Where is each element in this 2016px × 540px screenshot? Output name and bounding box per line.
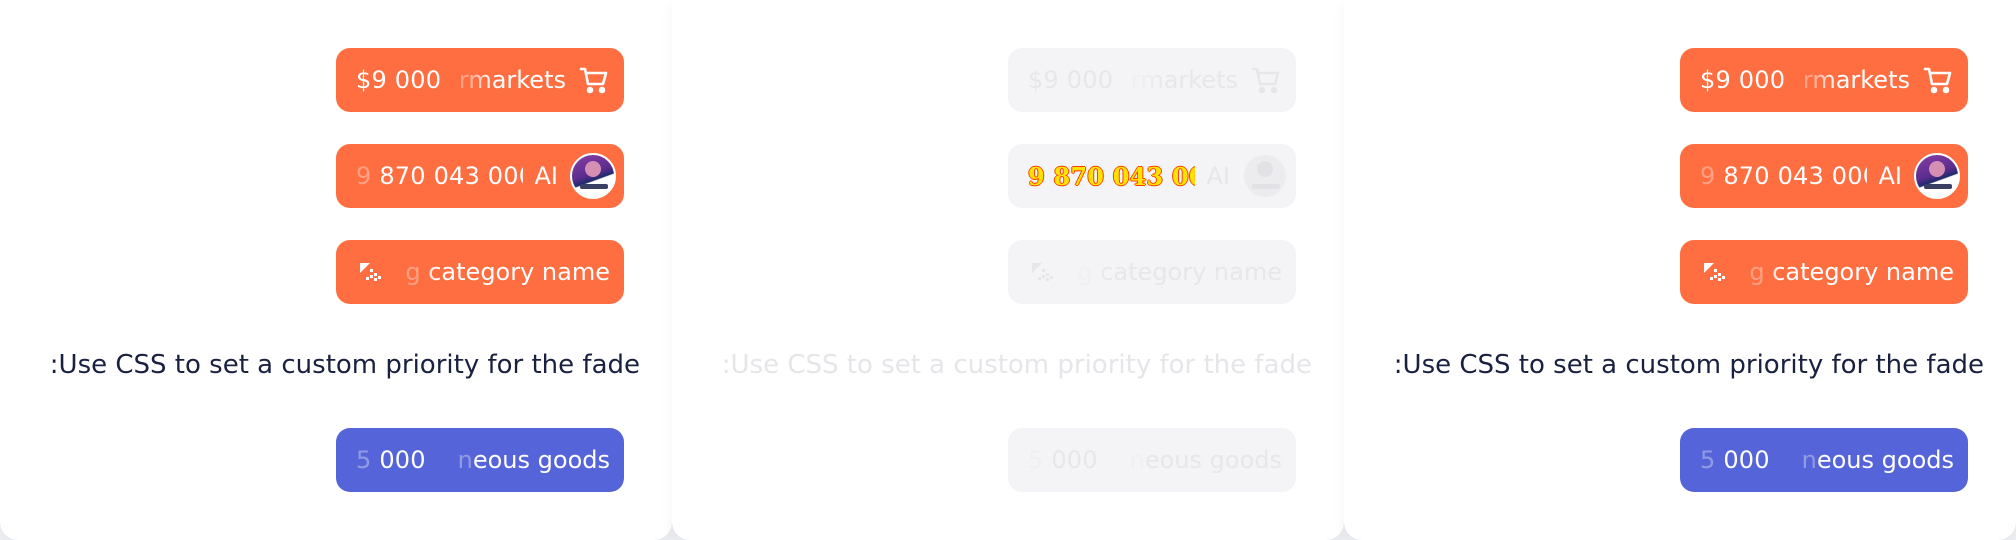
chip-label: eous goods bbox=[1144, 446, 1282, 474]
chip-faded-prefix: g bbox=[405, 258, 421, 286]
ai-chip[interactable]: 9 870 043 000 AI bbox=[1008, 144, 1296, 208]
chip-value: 9 870 043 000 bbox=[356, 162, 523, 190]
markets-chip[interactable]: $9 000 rmarkets bbox=[336, 48, 624, 112]
goods-chip[interactable]: 5 000 neous goods bbox=[1008, 428, 1296, 492]
chip-label: category name bbox=[1772, 258, 1954, 286]
chip-label: AI bbox=[1878, 162, 1903, 190]
cart-icon bbox=[1923, 67, 1952, 94]
instruction-note: :Use CSS to set a custom priority for th… bbox=[49, 350, 640, 380]
markets-chip[interactable]: $9 000 rmarkets bbox=[1680, 48, 1968, 112]
chip-label: AI bbox=[1206, 162, 1231, 190]
avatar bbox=[1914, 153, 1960, 199]
avatar bbox=[570, 153, 616, 199]
chip-label-fade: neous goods bbox=[437, 446, 610, 474]
instruction-note: :Use CSS to set a custom priority for th… bbox=[721, 350, 1312, 380]
category-chip[interactable]: g category name bbox=[1680, 240, 1968, 304]
avatar bbox=[1242, 153, 1288, 199]
category-chip[interactable]: g category name bbox=[336, 240, 624, 304]
ai-chip[interactable]: 9 870 043 000 AI bbox=[336, 144, 624, 208]
category-chip[interactable]: g category name bbox=[1008, 240, 1296, 304]
tag-icon bbox=[360, 263, 381, 281]
cart-icon bbox=[579, 67, 608, 94]
chip-label: eous goods bbox=[472, 446, 610, 474]
chip-label-fade: g category name bbox=[398, 258, 610, 286]
chip-value: 9 870 043 000 bbox=[1700, 162, 1867, 190]
chip-value: $9 000 bbox=[1700, 66, 1786, 94]
preview-panel-left: $9 000 rmarkets 9 870 043 000 AI g categ… bbox=[0, 0, 672, 540]
chip-label-fade: rmarkets bbox=[1125, 66, 1238, 94]
chip-label-fade: neous goods bbox=[1781, 446, 1954, 474]
chip-faded-prefix: r bbox=[458, 66, 469, 94]
cart-icon bbox=[1251, 67, 1280, 94]
chip-label-fade: rmarkets bbox=[453, 66, 566, 94]
goods-chip[interactable]: 5 000 neous goods bbox=[1680, 428, 1968, 492]
chip-label-fade: rmarkets bbox=[1797, 66, 1910, 94]
chip-value: $9 000 bbox=[356, 66, 442, 94]
chip-faded-prefix: 9 bbox=[356, 162, 372, 190]
chip-label: markets bbox=[1812, 66, 1910, 94]
chip-value: 9 870 043 000 bbox=[1028, 161, 1195, 191]
tag-icon bbox=[1032, 263, 1053, 281]
instruction-note: :Use CSS to set a custom priority for th… bbox=[1393, 350, 1984, 380]
preview-panel-middle: $9 000 rmarkets 9 870 043 000 AI g categ… bbox=[672, 0, 1344, 540]
tag-icon bbox=[1704, 263, 1725, 281]
preview-panel-right: $9 000 rmarkets 9 870 043 000 AI g categ… bbox=[1344, 0, 2016, 540]
chip-label: category name bbox=[428, 258, 610, 286]
goods-chip[interactable]: 5 000 neous goods bbox=[336, 428, 624, 492]
chip-label-fade: neous goods bbox=[1109, 446, 1282, 474]
chip-value: 5 000 bbox=[356, 446, 426, 474]
chip-label: AI bbox=[534, 162, 559, 190]
markets-chip[interactable]: $9 000 rmarkets bbox=[1008, 48, 1296, 112]
chip-label-fade: g category name bbox=[1070, 258, 1282, 286]
chip-label: eous goods bbox=[1816, 446, 1954, 474]
chip-label: category name bbox=[1100, 258, 1282, 286]
chip-value: 5 000 bbox=[1700, 446, 1770, 474]
chip-faded-prefix: n bbox=[457, 446, 473, 474]
ai-chip[interactable]: 9 870 043 000 AI bbox=[1680, 144, 1968, 208]
chip-value: $9 000 bbox=[1028, 66, 1114, 94]
chip-label: markets bbox=[1140, 66, 1238, 94]
chip-value: 5 000 bbox=[1028, 446, 1098, 474]
chip-label: markets bbox=[468, 66, 566, 94]
chip-label-fade: g category name bbox=[1742, 258, 1954, 286]
